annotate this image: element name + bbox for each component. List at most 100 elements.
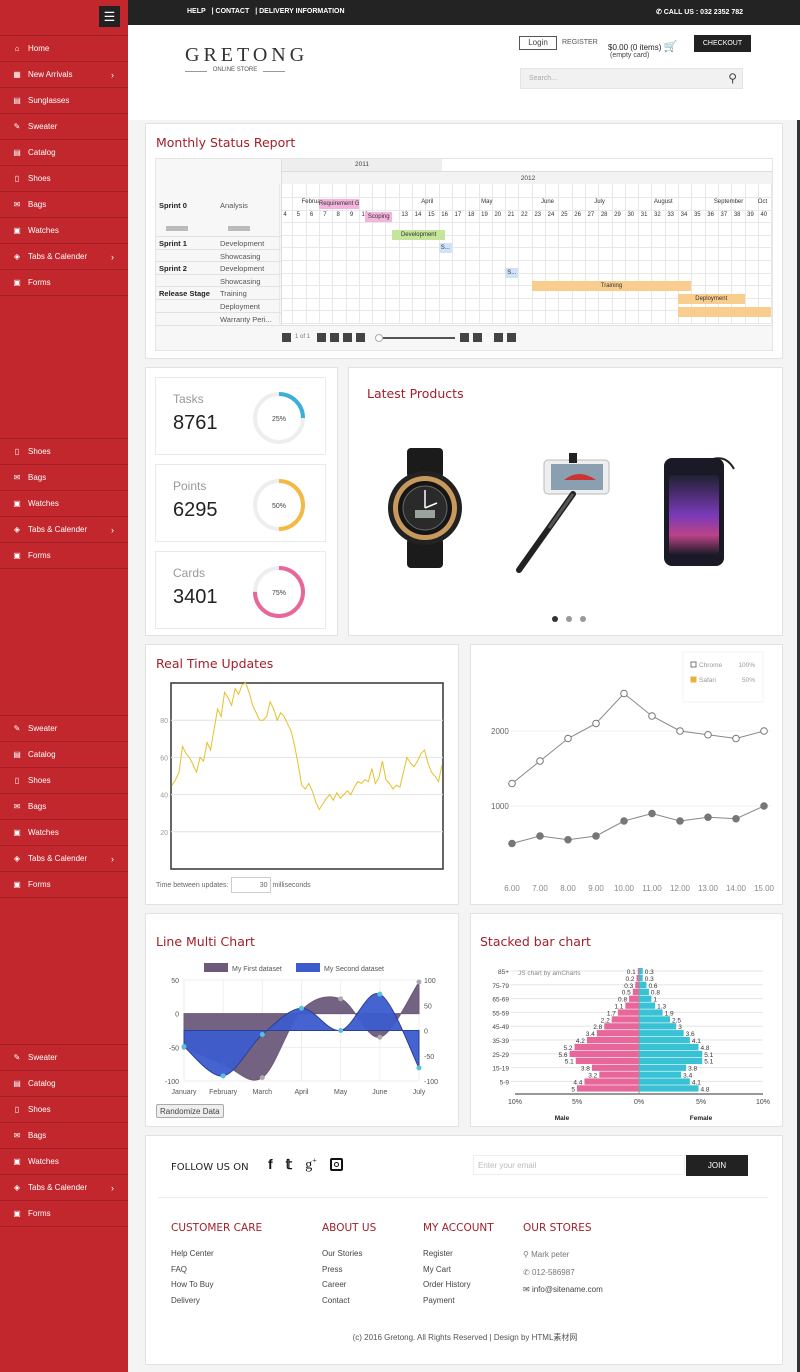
search-icon[interactable]: ⚲: [728, 71, 737, 85]
gantt-scrollbar[interactable]: [228, 226, 250, 231]
facebook-icon[interactable]: f: [268, 1156, 273, 1174]
footer-link[interactable]: FAQ: [171, 1262, 214, 1278]
move-right-button[interactable]: [473, 333, 482, 342]
sidebar-item[interactable]: ▦ New Arrivals ›: [0, 62, 128, 88]
sidebar-item[interactable]: ▤ Catalog: [0, 140, 128, 166]
twitter-icon[interactable]: 𝕥: [286, 1156, 293, 1174]
footer-link[interactable]: How To Buy: [171, 1277, 214, 1293]
stat-card[interactable]: Tasks 8761 25%: [155, 377, 326, 455]
sidebar-item[interactable]: ◈ Tabs & Calender ›: [0, 517, 128, 543]
next-page-button[interactable]: [317, 333, 326, 342]
footer-link[interactable]: Delivery: [171, 1293, 214, 1309]
sidebar-item[interactable]: ⌂ Home: [0, 36, 128, 62]
delivery-link[interactable]: | DELIVERY INFORMATION: [255, 8, 344, 15]
sidebar-item[interactable]: ▣ Forms: [0, 543, 128, 569]
sidebar-item[interactable]: ▤ Catalog: [0, 742, 128, 768]
email-input[interactable]: Enter your email: [473, 1155, 685, 1175]
sidebar-item[interactable]: ✎ Sweater: [0, 1045, 128, 1071]
stat-card[interactable]: Points 6295 50%: [155, 464, 326, 542]
footer-link[interactable]: Help Center: [171, 1246, 214, 1262]
footer-link[interactable]: Payment: [423, 1293, 471, 1309]
search-input[interactable]: Search... ⚲: [520, 68, 743, 89]
sidebar-item[interactable]: ✉ Bags: [0, 192, 128, 218]
randomize-button[interactable]: Randomize Data: [156, 1104, 224, 1118]
product-selfie-stick[interactable]: [509, 448, 619, 578]
sidebar-item[interactable]: ▣ Forms: [0, 270, 128, 296]
footer-link[interactable]: Register: [423, 1246, 471, 1262]
zoom-slider[interactable]: [383, 337, 455, 339]
footer-link[interactable]: My Cart: [423, 1262, 471, 1278]
help-link[interactable]: HELP: [187, 8, 206, 15]
sidebar-item[interactable]: ▣ Watches: [0, 218, 128, 244]
gantt-bar[interactable]: Requirement Gather...: [318, 199, 359, 209]
legend-label: My Second dataset: [324, 966, 384, 973]
stat-card[interactable]: Cards 3401 75%: [155, 551, 326, 629]
gantt-chart[interactable]: 2011 2012 Februa April May June July August Sept…: [155, 158, 773, 351]
zoom-out-button[interactable]: [507, 333, 516, 342]
sidebar-item[interactable]: ▤ Sunglasses: [0, 88, 128, 114]
sidebar-item[interactable]: ✎ Sweater: [0, 716, 128, 742]
join-button[interactable]: JOIN: [686, 1155, 748, 1176]
gantt-bar[interactable]: S...: [438, 242, 452, 253]
gantt-scrollbar[interactable]: [166, 226, 188, 231]
footer-link[interactable]: Contact: [322, 1293, 362, 1309]
footer-link[interactable]: Career: [322, 1277, 362, 1293]
footer-link[interactable]: Press: [322, 1262, 362, 1278]
gantt-bar[interactable]: Training: [531, 281, 692, 292]
carousel-dot[interactable]: [566, 616, 572, 622]
footer-link[interactable]: Order History: [423, 1277, 471, 1293]
clock-icon[interactable]: [330, 333, 339, 342]
data-point: [648, 809, 656, 818]
sidebar-item[interactable]: ✉ Bags: [0, 794, 128, 820]
prev-page-button[interactable]: [282, 333, 291, 342]
gantt-bar[interactable]: S...: [505, 268, 519, 279]
sidebar-item[interactable]: ▣ Forms: [0, 872, 128, 898]
carousel-dot[interactable]: [580, 616, 586, 622]
sidebar-item[interactable]: ✎ Sweater: [0, 114, 128, 140]
move-left-button[interactable]: [460, 333, 469, 342]
sidebar-item[interactable]: ✉ Bags: [0, 465, 128, 491]
product-speaker[interactable]: [659, 453, 739, 568]
sidebar-item[interactable]: ✉ Bags: [0, 1123, 128, 1149]
bar-female: [639, 1078, 690, 1085]
register-link[interactable]: REGISTER: [562, 39, 598, 46]
scroll-right-button[interactable]: [356, 333, 365, 342]
sidebar-item[interactable]: ▯ Shoes: [0, 1097, 128, 1123]
sidebar-item[interactable]: ▣ Watches: [0, 1149, 128, 1175]
zoom-slider-handle[interactable]: [375, 334, 383, 342]
update-interval-input[interactable]: 30: [230, 877, 271, 893]
sidebar-item[interactable]: ▣ Watches: [0, 491, 128, 517]
product-watch[interactable]: [385, 448, 465, 568]
gantt-week: 7: [323, 212, 327, 218]
login-button[interactable]: Login: [519, 36, 557, 50]
sidebar-item[interactable]: ▯ Shoes: [0, 439, 128, 465]
legend-value: 100%: [738, 662, 755, 669]
sidebar-item[interactable]: ◈ Tabs & Calender ›: [0, 1175, 128, 1201]
store-email[interactable]: info@sitename.com: [532, 1285, 603, 1294]
google-plus-icon[interactable]: g+: [305, 1156, 317, 1174]
zoom-in-button[interactable]: [494, 333, 503, 342]
instagram-icon[interactable]: [329, 1158, 343, 1171]
logo[interactable]: GRETONG: [185, 44, 308, 67]
gantt-bar[interactable]: Development: [392, 230, 446, 240]
sidebar-item[interactable]: ◈ Tabs & Calender ›: [0, 846, 128, 872]
x-tick-label: 10%: [508, 1099, 522, 1106]
sidebar-item[interactable]: ▣ Forms: [0, 1201, 128, 1227]
gantt-bar[interactable]: Deployment: [678, 294, 745, 304]
sidebar-item-label: Bags: [28, 1131, 47, 1140]
sidebar-item[interactable]: ▯ Shoes: [0, 768, 128, 794]
bar-male: [617, 1009, 639, 1016]
gantt-bar[interactable]: Scoping: [365, 212, 393, 222]
gantt-bar[interactable]: [678, 306, 772, 317]
carousel-dot[interactable]: [552, 616, 558, 622]
sidebar-item[interactable]: ◈ Tabs & Calender ›: [0, 244, 128, 270]
sidebar-item[interactable]: ▣ Watches: [0, 820, 128, 846]
scroll-left-button[interactable]: [343, 333, 352, 342]
checkout-button[interactable]: CHECKOUT: [694, 35, 751, 52]
gantt-gridline: [664, 184, 666, 324]
sidebar-item[interactable]: ▤ Catalog: [0, 1071, 128, 1097]
contact-link[interactable]: | CONTACT: [212, 8, 250, 15]
footer-link[interactable]: Our Stories: [322, 1246, 362, 1262]
hamburger-icon[interactable]: ☰: [99, 6, 120, 27]
sidebar-item[interactable]: ▯ Shoes: [0, 166, 128, 192]
